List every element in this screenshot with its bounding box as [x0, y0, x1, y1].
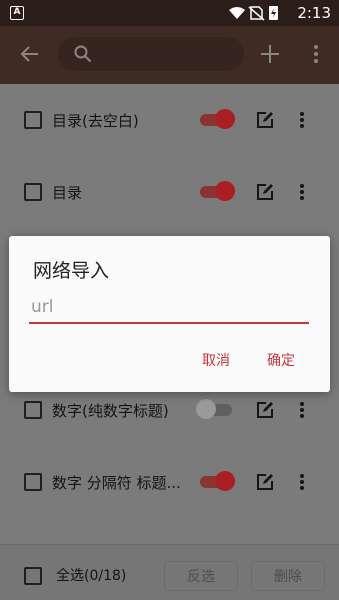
- app-toolbar: [0, 26, 339, 84]
- search-icon: [74, 45, 92, 63]
- clock: 2:13: [297, 4, 331, 22]
- battery-charging-icon: [269, 6, 278, 20]
- select-all-label: 全选(0/18): [56, 568, 127, 584]
- wifi-icon: [229, 7, 245, 19]
- search-box[interactable]: [58, 37, 244, 71]
- enable-toggle[interactable]: [198, 471, 236, 491]
- row-label: 目录(去空白): [52, 112, 139, 130]
- edit-icon: [257, 474, 273, 490]
- more-vert-icon: [314, 45, 318, 63]
- edit-button[interactable]: [256, 183, 274, 201]
- invert-selection-button[interactable]: 反选: [164, 561, 238, 591]
- row-menu-button[interactable]: [296, 401, 308, 419]
- edit-button[interactable]: [256, 401, 274, 419]
- row-checkbox[interactable]: [24, 473, 42, 491]
- edit-icon: [257, 184, 273, 200]
- more-vert-icon: [300, 184, 304, 200]
- more-vert-icon: [300, 402, 304, 418]
- back-button[interactable]: [18, 42, 42, 66]
- row-checkbox[interactable]: [24, 183, 42, 201]
- search-input[interactable]: [102, 43, 232, 65]
- list-item[interactable]: 目录(去空白): [0, 109, 339, 190]
- dialog-title: 网络导入: [33, 260, 110, 282]
- url-input[interactable]: [29, 292, 309, 324]
- row-checkbox[interactable]: [24, 401, 42, 419]
- row-label: 数字 分隔符 标题...: [52, 474, 181, 492]
- network-import-dialog: 网络导入 取消 确定: [9, 236, 330, 392]
- more-vert-icon: [300, 112, 304, 128]
- plus-icon: [261, 45, 279, 63]
- list-item[interactable]: 数字(纯数字标题): [0, 399, 339, 480]
- confirm-button[interactable]: 确定: [267, 350, 295, 370]
- edit-button[interactable]: [256, 473, 274, 491]
- row-checkbox[interactable]: [24, 111, 42, 129]
- status-bar: A 2:13: [0, 0, 339, 26]
- no-sim-icon: [248, 6, 265, 21]
- more-vert-icon: [300, 474, 304, 490]
- notification-icon: A: [10, 6, 24, 20]
- enable-toggle[interactable]: [196, 399, 236, 419]
- edit-icon: [257, 402, 273, 418]
- more-options-button[interactable]: [308, 42, 324, 66]
- row-menu-button[interactable]: [296, 183, 308, 201]
- row-menu-button[interactable]: [296, 473, 308, 491]
- cancel-button[interactable]: 取消: [202, 350, 230, 370]
- delete-button[interactable]: 删除: [251, 561, 325, 591]
- row-label: 目录: [52, 184, 83, 202]
- enable-toggle[interactable]: [198, 109, 236, 129]
- list-item[interactable]: 数字 分隔符 标题...: [0, 471, 339, 552]
- edit-icon: [257, 112, 273, 128]
- select-all-checkbox[interactable]: [24, 567, 42, 585]
- row-label: 数字(纯数字标题): [52, 402, 169, 420]
- row-menu-button[interactable]: [296, 111, 308, 129]
- add-button[interactable]: [258, 42, 282, 66]
- bottom-bar: 全选(0/18) 反选 删除: [0, 544, 339, 600]
- arrow-left-icon: [20, 46, 38, 62]
- edit-button[interactable]: [256, 111, 274, 129]
- enable-toggle[interactable]: [198, 181, 236, 201]
- status-icons: [229, 5, 281, 25]
